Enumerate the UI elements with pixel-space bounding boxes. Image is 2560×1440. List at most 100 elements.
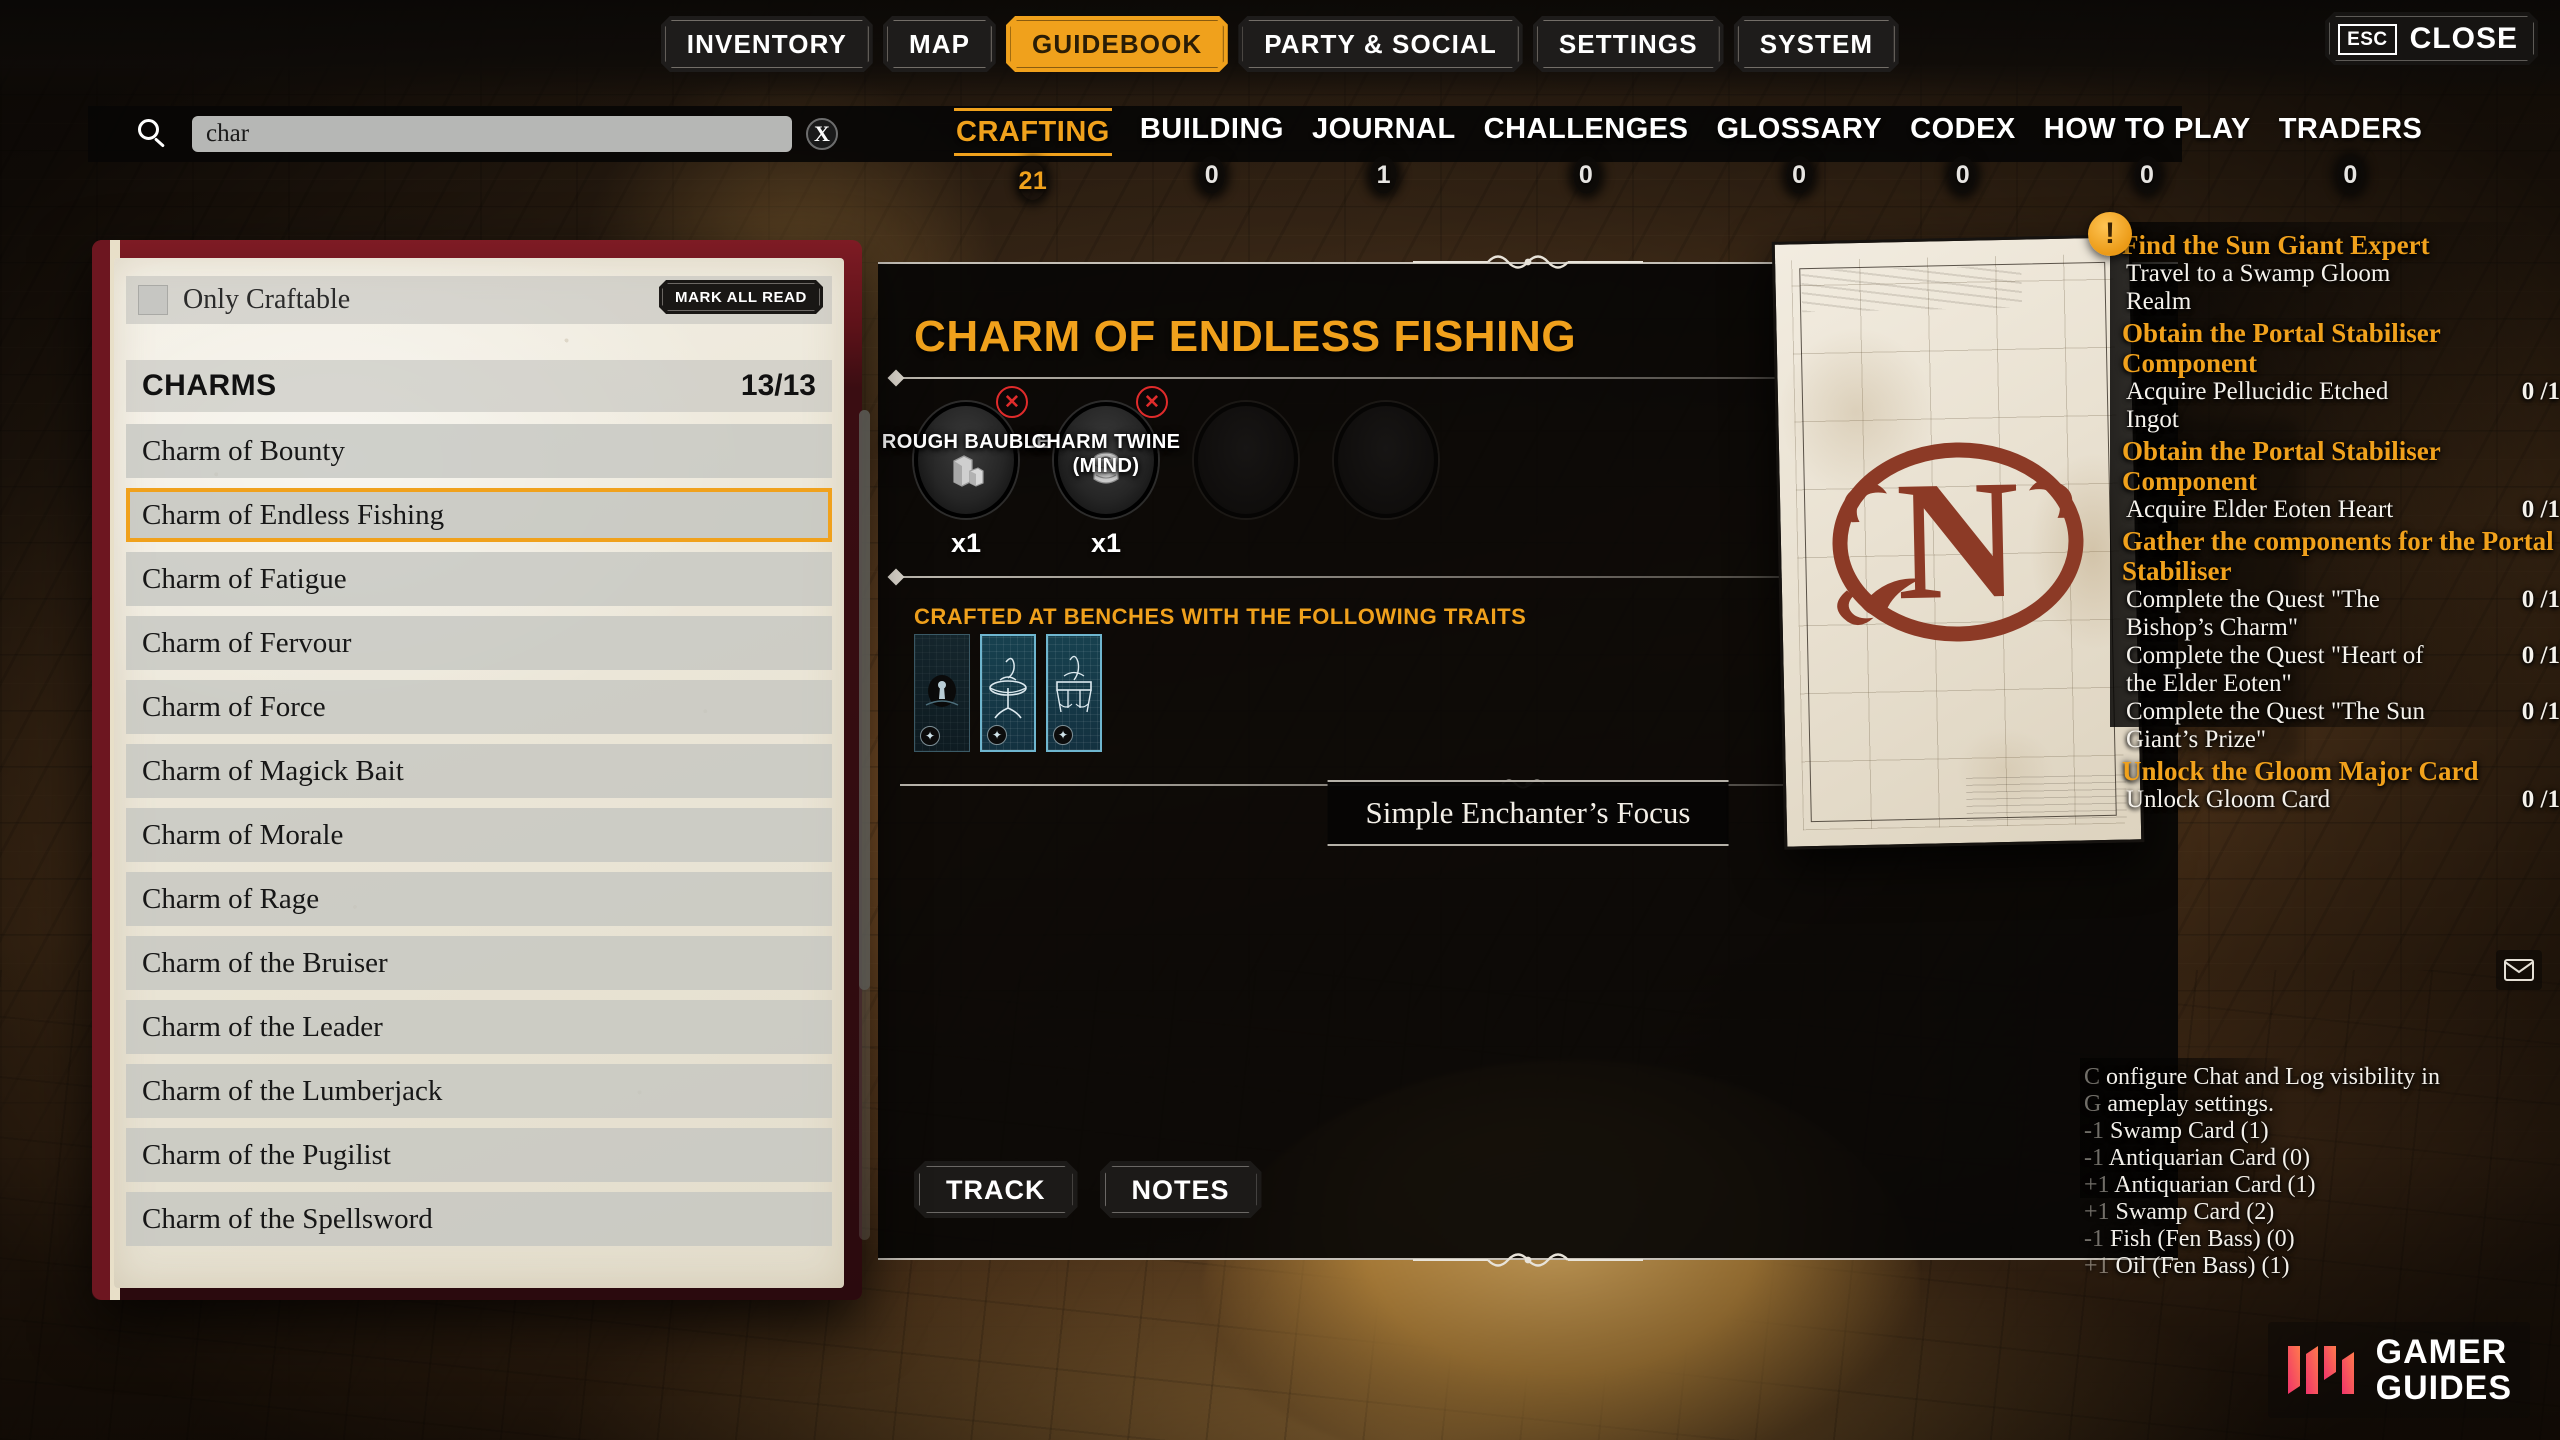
ingredient-quantity: x1 <box>1090 528 1122 558</box>
quest-group: Unlock the Gloom Major Card Unlock Gloom … <box>2122 756 2560 814</box>
quest-group: Obtain the Portal Stabiliser Component Ac… <box>2122 436 2560 524</box>
subtab-label: JOURNAL <box>1312 113 1456 145</box>
list-scrollbar-thumb[interactable] <box>859 410 870 990</box>
subtab-crafting[interactable]: CRAFTING 21 <box>940 108 1126 200</box>
subtab-codex[interactable]: CODEX 0 <box>1896 108 2030 194</box>
quest-title: Obtain the Portal Stabiliser Component <box>2122 318 2441 378</box>
chat-log-prefix: +1 <box>2084 1172 2115 1198</box>
subtab-badge: 0 <box>1572 156 1600 194</box>
main-tabs: INVENTORY MAP GUIDEBOOK PARTY & SOCIAL SETTI… <box>661 16 1899 72</box>
subtab-how-to-play[interactable]: HOW TO PLAY 0 <box>2030 108 2265 194</box>
recipe-title: CHARM OF ENDLESS FISHING <box>914 312 1577 361</box>
list-item[interactable]: Charm of Morale <box>126 808 832 862</box>
quest-title: Obtain the Portal Stabiliser Component <box>2122 436 2441 496</box>
list-item[interactable]: Charm of Fatigue <box>126 552 832 606</box>
subtab-traders[interactable]: TRADERS 0 <box>2265 108 2437 194</box>
watermark-text: GAMER GUIDES <box>2376 1334 2512 1406</box>
quest-objective: Unlock Gloom Card 0 /1 <box>2122 786 2560 814</box>
chat-log-prefix: +1 <box>2084 1199 2116 1225</box>
quest-objective-text: Acquire Elder Eoten Heart <box>2126 496 2394 523</box>
list-item[interactable]: Charm of the Bruiser <box>126 936 832 990</box>
subtab-badge: 0 <box>2337 156 2365 194</box>
search-icon <box>138 119 168 149</box>
missing-ingredient-icon: ✕ <box>996 386 1028 418</box>
subtab-label: BUILDING <box>1139 113 1284 145</box>
illuminated-letter-card: N <box>1771 234 2145 850</box>
chat-log-text: Antiquarian Card (0) <box>2108 1145 2310 1171</box>
missing-ingredient-icon: ✕ <box>1136 386 1168 418</box>
list-item[interactable]: Charm of the Lumberjack <box>126 1064 832 1118</box>
list-item[interactable]: Charm of Force <box>126 680 832 734</box>
tab-guidebook[interactable]: GUIDEBOOK <box>1006 16 1228 72</box>
subtab-challenges[interactable]: CHALLENGES 0 <box>1470 108 1703 194</box>
bench-card-simple-enchanters-focus[interactable]: ✦ <box>980 634 1036 752</box>
tab-system[interactable]: SYSTEM <box>1734 16 1900 72</box>
list-item[interactable]: Charm of Endless Fishing <box>126 488 832 542</box>
subtab-label: HOW TO PLAY <box>2043 113 2251 145</box>
subtab-journal[interactable]: JOURNAL 1 <box>1298 108 1470 194</box>
ingredient-slot[interactable]: ✕ CHARM TWINE (MIND) x1 <box>1032 386 1180 559</box>
ingredient-slot-empty[interactable] <box>1194 402 1298 559</box>
bench-card-advanced-enchanters-focus[interactable]: ✦ <box>1046 634 1102 752</box>
ingredient-slot[interactable]: ✕ ROUGH BAUBLE x1 <box>882 386 1050 559</box>
chat-log-prefix: -1 <box>2084 1145 2109 1171</box>
mind-trait-icon: ✦ <box>920 726 940 746</box>
bench-card-locked-bench[interactable]: ✦ <box>914 634 970 752</box>
list-item[interactable]: Charm of Bounty <box>126 424 832 478</box>
chat-log-line: -1 Swamp Card (1) <box>2084 1118 2554 1145</box>
tab-settings[interactable]: SETTINGS <box>1533 16 1724 72</box>
only-craftable-label: Only Craftable <box>183 284 351 315</box>
bench-section-title: CRAFTED AT BENCHES WITH THE FOLLOWING TR… <box>914 604 1527 629</box>
subtab-glossary[interactable]: GLOSSARY 0 <box>1702 108 1896 194</box>
flourish-bottom-ornament <box>1413 1253 1643 1267</box>
mark-all-read-button[interactable]: MARK ALL READ <box>659 280 823 314</box>
ingredient-orb <box>914 402 1018 518</box>
list-item[interactable]: Charm of Rage <box>126 872 832 926</box>
chat-log-text: Antiquarian Card (1) <box>2114 1172 2316 1198</box>
chat-log-line: G ameplay settings. <box>2084 1091 2554 1118</box>
list-item[interactable]: Charm of the Pugilist <box>126 1128 832 1182</box>
track-button[interactable]: TRACK <box>914 1161 1078 1218</box>
quest-objective: Acquire Elder Eoten Heart 0 /1 <box>2122 496 2560 524</box>
list-item[interactable]: Charm of Fervour <box>126 616 832 670</box>
chat-log-prefix: C <box>2084 1064 2107 1090</box>
quest-objective-text: Unlock Gloom Card <box>2126 786 2331 813</box>
mail-icon <box>2504 959 2534 981</box>
list-item[interactable]: Charm of Magick Bait <box>126 744 832 798</box>
quest-title: Gather the components for the Portal Sta… <box>2122 526 2554 586</box>
list-scrollbar-track[interactable] <box>859 410 870 1240</box>
clear-search-button[interactable]: X <box>806 118 838 150</box>
chat-log-prefix: -1 <box>2084 1226 2110 1252</box>
subtab-label: CRAFTING <box>954 108 1112 156</box>
mail-button[interactable] <box>2496 950 2542 990</box>
chat-log-line: -1 Antiquarian Card (0) <box>2084 1145 2554 1172</box>
subtab-badge: 1 <box>1370 156 1398 194</box>
quest-group: Find the Sun Giant Expert Travel to a Swa… <box>2122 230 2560 316</box>
close-button[interactable]: ESC CLOSE <box>2325 12 2538 65</box>
ingredient-slot-empty[interactable] <box>1334 402 1438 559</box>
letter-n-illumination: N <box>1832 442 2084 642</box>
list-item[interactable]: Charm of the Leader <box>126 1000 832 1054</box>
quest-objective-count: 0 /1 <box>2521 496 2560 523</box>
quest-group: Gather the components for the Portal Sta… <box>2122 526 2560 754</box>
quest-objective-text: Complete the Quest "The Bishop’s Charm" <box>2126 586 2380 641</box>
notes-button[interactable]: NOTES <box>1100 1161 1262 1218</box>
subtab-building[interactable]: BUILDING 0 <box>1126 108 1298 194</box>
tab-party-social[interactable]: PARTY & SOCIAL <box>1238 16 1523 72</box>
ingredient-orb <box>1054 402 1158 518</box>
chat-log-line: C onfigure Chat and Log visibility in <box>2084 1064 2554 1091</box>
category-name: CHARMS <box>142 369 277 402</box>
only-craftable-checkbox[interactable] <box>138 285 168 315</box>
quest-objective: Complete the Quest "The Sun Giant’s Priz… <box>2122 698 2560 754</box>
quest-group: Obtain the Portal Stabiliser Component Ac… <box>2122 318 2560 434</box>
tab-map[interactable]: MAP <box>883 16 996 72</box>
tab-inventory[interactable]: INVENTORY <box>661 16 873 72</box>
search-input[interactable] <box>192 116 792 152</box>
subtab-badge: 0 <box>1785 156 1813 194</box>
list-item[interactable]: Charm of the Spellsword <box>126 1192 832 1246</box>
quest-alert-icon: ! <box>2088 212 2132 256</box>
quest-title: Unlock the Gloom Major Card <box>2122 756 2479 786</box>
book-filter-row: Only Craftable MARK ALL READ <box>126 276 832 324</box>
chat-log-line: +1 Oil (Fen Bass) (1) <box>2084 1253 2554 1280</box>
ingredient-orb <box>1334 402 1438 518</box>
